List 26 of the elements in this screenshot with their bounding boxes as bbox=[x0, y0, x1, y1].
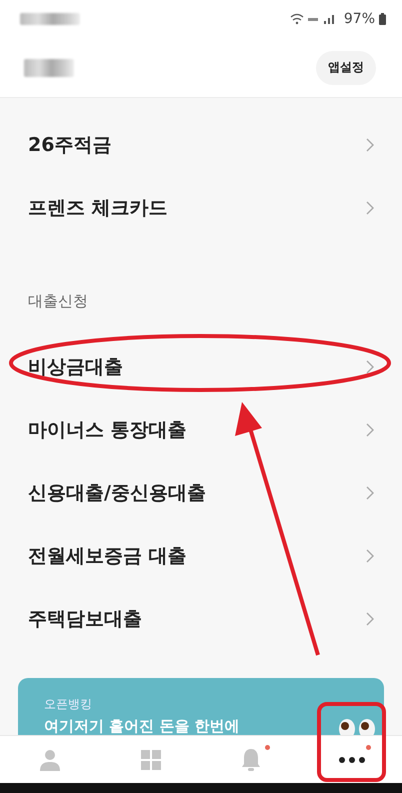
menu-item[interactable]: 마이너스 통장대출 bbox=[28, 416, 187, 442]
chevron-right-icon bbox=[366, 360, 374, 374]
menu-item[interactable]: 전월세보증금 대출 bbox=[28, 542, 187, 568]
bell-icon bbox=[241, 748, 262, 772]
section-title: 대출신청 bbox=[28, 292, 88, 311]
more-icon bbox=[338, 756, 365, 762]
person-icon bbox=[39, 748, 62, 770]
banner-caption: 오픈뱅킹 bbox=[44, 696, 93, 713]
menu-item[interactable]: 주택담보대출 bbox=[28, 606, 142, 632]
battery-icon bbox=[379, 13, 386, 25]
chevron-right-icon bbox=[366, 138, 374, 152]
chevron-right-icon bbox=[366, 612, 374, 626]
chevron-right-icon bbox=[366, 486, 374, 500]
chevron-right-icon bbox=[366, 200, 374, 214]
app-settings-button[interactable]: 앱설정 bbox=[316, 50, 376, 84]
menu-item[interactable]: 비상금대출 bbox=[28, 354, 123, 380]
menu-item[interactable]: 프렌즈 체크카드 bbox=[28, 194, 168, 220]
battery-percentage: 97% bbox=[344, 11, 375, 27]
menu-item[interactable]: 신용대출/중신용대출 bbox=[28, 480, 206, 506]
chevron-right-icon bbox=[366, 422, 374, 436]
blurred-username bbox=[24, 58, 74, 76]
banner-title: 여기저기 흩어진 돈을 한번에 bbox=[44, 717, 240, 735]
blurred-time bbox=[20, 13, 80, 25]
chevron-right-icon bbox=[366, 548, 374, 562]
grid-icon bbox=[140, 750, 161, 770]
menu-item[interactable]: 26주적금 bbox=[28, 132, 112, 158]
